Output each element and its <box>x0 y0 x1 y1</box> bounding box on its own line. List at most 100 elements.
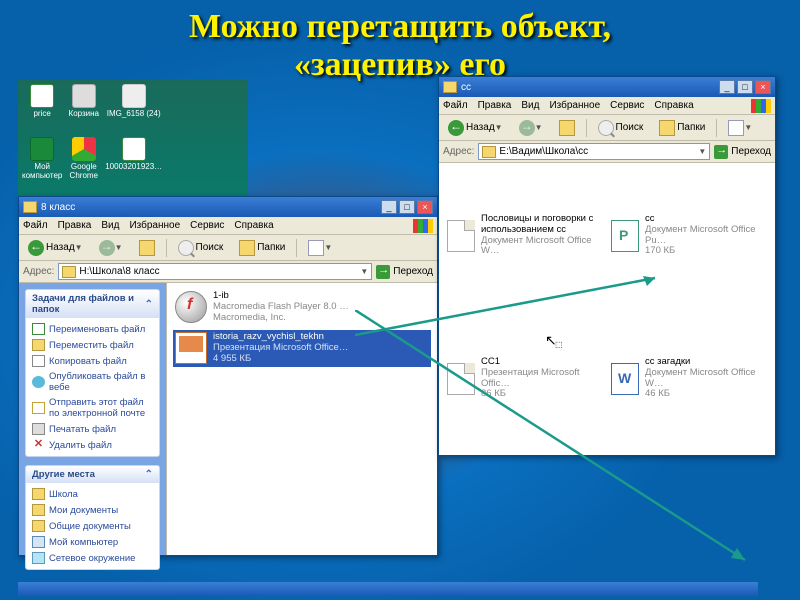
addressbar: Адрес: E:\Вадим\Школа\сс ▼ Переход <box>439 141 775 163</box>
menu-help[interactable]: Справка <box>234 220 273 231</box>
place-shareddocs[interactable]: Общие документы <box>28 518 157 534</box>
explorer-window-1: 8 класс _ □ × Файл Правка Вид Избранное … <box>18 196 438 556</box>
menu-tools[interactable]: Сервис <box>190 220 224 231</box>
task-email[interactable]: Отправить этот файл по электронной почте <box>28 395 157 421</box>
document-icon <box>447 220 475 252</box>
menu-file[interactable]: Файл <box>443 100 468 111</box>
views-button[interactable]: ▼ <box>303 238 337 258</box>
place-mydocs[interactable]: Мои документы <box>28 502 157 518</box>
task-rename[interactable]: Переименовать файл <box>28 321 157 337</box>
dropdown-icon[interactable]: ▼ <box>360 267 368 276</box>
search-button[interactable]: Поиск <box>593 118 649 138</box>
file-meta: 46 КБ <box>645 389 767 400</box>
address-input[interactable]: H:\Школа\8 класс ▼ <box>58 263 372 280</box>
window-title: сс <box>461 82 719 93</box>
views-button[interactable]: ▼ <box>723 118 757 138</box>
file-name: сс загадки <box>645 357 767 368</box>
file-item[interactable]: сс Документ Microsoft Office Pu… 170 КБ <box>609 169 769 302</box>
forward-icon <box>99 240 115 256</box>
menu-file[interactable]: Файл <box>23 220 48 231</box>
titlebar[interactable]: 8 класс _ □ × <box>19 197 437 217</box>
menu-help[interactable]: Справка <box>654 100 693 111</box>
search-button[interactable]: Поиск <box>173 238 229 258</box>
menubar: Файл Правка Вид Избранное Сервис Справка <box>19 217 437 235</box>
up-icon <box>559 120 575 136</box>
close-button[interactable]: × <box>755 80 771 94</box>
file-meta: Презентация Microsoft Offic… <box>481 368 603 390</box>
search-icon <box>598 120 614 136</box>
taskpane-group-header[interactable]: Задачи для файлов и папок⌃ <box>26 290 159 318</box>
windows-flag-icon <box>413 219 433 233</box>
place-network[interactable]: Сетевое окружение <box>28 550 157 566</box>
menubar: Файл Правка Вид Избранное Сервис Справка <box>439 97 775 115</box>
desktop-icons-area: price Корзина IMG_6158 (24) Мой компьюте… <box>18 80 248 200</box>
task-delete[interactable]: ✕Удалить файл <box>28 437 157 453</box>
titlebar[interactable]: сс _ □ × <box>439 77 775 97</box>
up-icon <box>139 240 155 256</box>
file-item-selected[interactable]: istoria_razv_vychisl_tekhn Презентация M… <box>173 330 431 367</box>
chevron-up-icon: ⌃ <box>145 299 153 310</box>
word-icon <box>611 363 639 395</box>
maximize-button[interactable]: □ <box>737 80 753 94</box>
file-item[interactable]: сс загадки Документ Microsoft Office W… … <box>609 312 769 445</box>
up-button[interactable] <box>554 118 580 138</box>
slide-title: Можно перетащить объект, «зацепив» его <box>0 0 800 84</box>
close-button[interactable]: × <box>417 200 433 214</box>
go-button[interactable]: Переход <box>376 265 433 279</box>
file-meta: Macromedia, Inc. <box>213 313 349 324</box>
file-pane[interactable]: Пословицы и поговорки с использованием с… <box>439 163 775 455</box>
menu-favorites[interactable]: Избранное <box>129 220 180 231</box>
explorer-window-2: сс _ □ × Файл Правка Вид Избранное Серви… <box>438 76 776 456</box>
menu-edit[interactable]: Правка <box>478 100 512 111</box>
menu-favorites[interactable]: Избранное <box>549 100 600 111</box>
file-pane[interactable]: 1-ib Macromedia Flash Player 8.0 … Macro… <box>167 283 437 555</box>
folders-button[interactable]: Папки <box>654 118 710 138</box>
powerpoint-icon <box>175 332 207 364</box>
forward-button[interactable]: ▼ <box>514 118 548 138</box>
menu-view[interactable]: Вид <box>101 220 119 231</box>
file-meta: 170 КБ <box>645 246 767 257</box>
minimize-button[interactable]: _ <box>381 200 397 214</box>
taskbar[interactable] <box>18 582 758 596</box>
minimize-button[interactable]: _ <box>719 80 735 94</box>
views-icon <box>728 120 744 136</box>
task-copy[interactable]: Копировать файл <box>28 353 157 369</box>
file-item[interactable]: 1-ib Macromedia Flash Player 8.0 … Macro… <box>173 289 431 326</box>
menu-tools[interactable]: Сервис <box>610 100 644 111</box>
task-move[interactable]: Переместить файл <box>28 337 157 353</box>
file-item[interactable]: Пословицы и поговорки с использованием с… <box>445 169 605 302</box>
windows-flag-icon <box>751 99 771 113</box>
file-item[interactable]: СС1 Презентация Microsoft Offic… 86 КБ <box>445 312 605 445</box>
up-button[interactable] <box>134 238 160 258</box>
place-folder[interactable]: Школа <box>28 486 157 502</box>
menu-view[interactable]: Вид <box>521 100 539 111</box>
drag-cursor-icon: ↖ <box>545 332 557 349</box>
task-print[interactable]: Печатать файл <box>28 421 157 437</box>
place-mycomputer[interactable]: Мой компьютер <box>28 534 157 550</box>
desktop-icon[interactable]: 10003201923… <box>105 137 162 197</box>
file-meta: Презентация Microsoft Office… <box>213 343 348 354</box>
file-name: Пословицы и поговорки с использованием с… <box>481 214 603 236</box>
flash-icon <box>175 291 207 323</box>
maximize-button[interactable]: □ <box>399 200 415 214</box>
back-button[interactable]: Назад▼ <box>443 118 508 138</box>
forward-button[interactable]: ▼ <box>94 238 128 258</box>
addressbar: Адрес: H:\Школа\8 класс ▼ Переход <box>19 261 437 283</box>
task-publish[interactable]: Опубликовать файл в вебе <box>28 369 157 395</box>
menu-edit[interactable]: Правка <box>58 220 92 231</box>
publisher-icon <box>611 220 639 252</box>
dropdown-icon[interactable]: ▼ <box>698 147 706 156</box>
folder-icon <box>482 146 496 158</box>
folders-button[interactable]: Папки <box>234 238 290 258</box>
desktop-icon-recycle[interactable]: Корзина <box>64 84 103 135</box>
desktop-icon[interactable]: IMG_6158 (24) <box>105 84 162 135</box>
task-pane: Задачи для файлов и папок⌃ Переименовать… <box>19 283 167 555</box>
taskpane-group-header[interactable]: Другие места⌃ <box>26 466 159 483</box>
address-label: Адрес: <box>23 266 54 277</box>
desktop-icon-chrome[interactable]: Google Chrome <box>64 137 103 197</box>
address-input[interactable]: E:\Вадим\Школа\сс ▼ <box>478 143 710 160</box>
back-button[interactable]: Назад▼ <box>23 238 88 258</box>
desktop-icon[interactable]: price <box>22 84 62 135</box>
desktop-icon-mycomputer[interactable]: Мой компьютер <box>22 137 62 197</box>
go-button[interactable]: Переход <box>714 145 771 159</box>
